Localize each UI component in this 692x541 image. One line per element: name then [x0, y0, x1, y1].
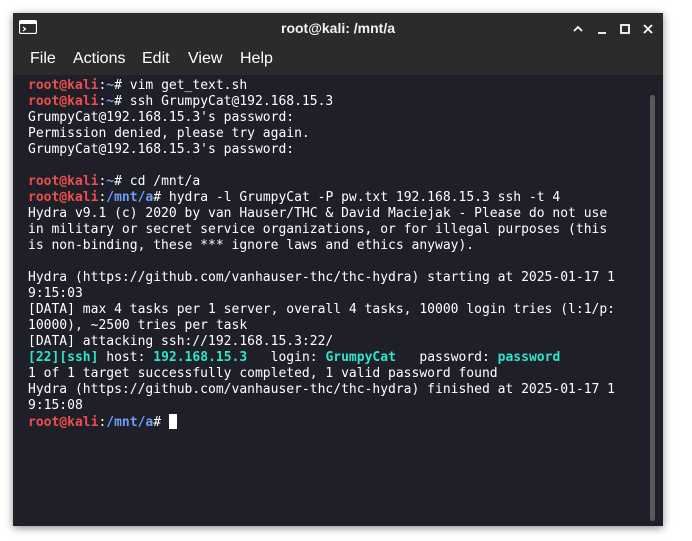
prompt-symbol: # [114, 174, 122, 189]
terminal-line: 9:15:08 [28, 398, 83, 413]
terminal-line: root@kali:~# vim get_text.sh [28, 78, 648, 94]
terminal-output[interactable]: root@kali:~# vim get_text.sh root@kali:~… [13, 75, 649, 526]
terminal-line: root@kali:~# ssh GrumpyCat@192.168.15.3 [28, 94, 648, 110]
prompt-path: ~ [106, 174, 115, 189]
prompt-symbol: # [153, 190, 162, 205]
prompt-symbol: # [114, 78, 122, 93]
terminal-line: 9:15:03 [28, 286, 83, 301]
terminal-line: GrumpyCat@192.168.15.3's password: [28, 142, 295, 157]
prompt-user-host: root@kali [28, 415, 99, 430]
menu-edit[interactable]: Edit [142, 50, 170, 68]
maximize-icon[interactable] [616, 20, 634, 38]
prompt-user-host: root@kali [28, 190, 99, 205]
result-login: GrumpyCat [325, 350, 396, 365]
terminal-line: Permission denied, please try again. [28, 126, 310, 141]
prompt-symbol: # [114, 94, 122, 109]
hydra-result-line: [22][ssh] host: 192.168.15.3 login: Grum… [28, 350, 648, 366]
prompt-user-host: root@kali [28, 174, 99, 189]
terminal-line: 10000), ~2500 tries per task [28, 318, 248, 333]
prompt-path: ~ [106, 78, 115, 93]
result-host: 192.168.15.3 [153, 350, 248, 365]
result-password-label: password: [395, 350, 498, 365]
chevron-up-icon[interactable] [569, 20, 587, 38]
terminal-line: [DATA] max 4 tasks per 1 server, overall… [28, 302, 615, 317]
window-title: root@kali: /mnt/a [281, 20, 395, 36]
terminal-line: GrumpyCat@192.168.15.3's password: [28, 110, 295, 125]
prompt-path: /mnt/a [106, 415, 154, 430]
terminal-line: 1 of 1 target successfully completed, 1 … [28, 366, 498, 381]
terminal-line-active: root@kali:/mnt/a# [28, 414, 648, 430]
result-service: [ssh] [59, 350, 99, 365]
terminal-line: in military or secret service organizati… [28, 222, 608, 237]
menu-bar: File Actions Edit View Help [13, 45, 663, 75]
command-text: cd /mnt/a [121, 174, 201, 189]
menu-view[interactable]: View [188, 50, 222, 68]
result-port: [22] [28, 350, 60, 365]
terminal-line: root@kali:/mnt/a# hydra -l GrumpyCat -P … [28, 190, 648, 206]
command-text: ssh GrumpyCat@192.168.15.3 [121, 94, 334, 109]
close-icon[interactable] [639, 20, 657, 38]
menu-actions[interactable]: Actions [73, 50, 125, 68]
prompt-user-host: root@kali [28, 94, 99, 109]
terminal-line: is non-binding, these *** ignore laws an… [28, 238, 475, 253]
vertical-scrollbar[interactable] [650, 95, 655, 521]
terminal-line: Hydra v9.1 (c) 2020 by van Hauser/THC & … [28, 206, 608, 221]
terminal-line: Hydra (https://github.com/vanhauser-thc/… [28, 270, 615, 285]
prompt-path: /mnt/a [106, 190, 154, 205]
prompt-symbol: # [153, 415, 162, 430]
prompt-path: ~ [106, 94, 115, 109]
prompt-user-host: root@kali [28, 78, 99, 93]
title-bar[interactable]: root@kali: /mnt/a [13, 13, 663, 45]
result-host-label: host: [98, 350, 154, 365]
terminal-line: root@kali:~# cd /mnt/a [28, 174, 648, 190]
terminal-line: Hydra (https://github.com/vanhauser-thc/… [28, 382, 615, 397]
command-text: hydra -l GrumpyCat -P pw.txt 192.168.15.… [161, 190, 561, 205]
minimize-icon[interactable] [593, 20, 611, 38]
terminal-line: [DATA] attacking ssh://192.168.15.3:22/ [28, 334, 334, 349]
menu-help[interactable]: Help [240, 50, 273, 68]
command-text: vim get_text.sh [121, 78, 248, 93]
result-password: password [497, 350, 561, 365]
terminal-window: root@kali: /mnt/a File Actions Edit View… [13, 13, 663, 526]
text-cursor[interactable] [168, 414, 177, 429]
menu-file[interactable]: File [30, 50, 56, 68]
result-login-label: login: [247, 350, 326, 365]
